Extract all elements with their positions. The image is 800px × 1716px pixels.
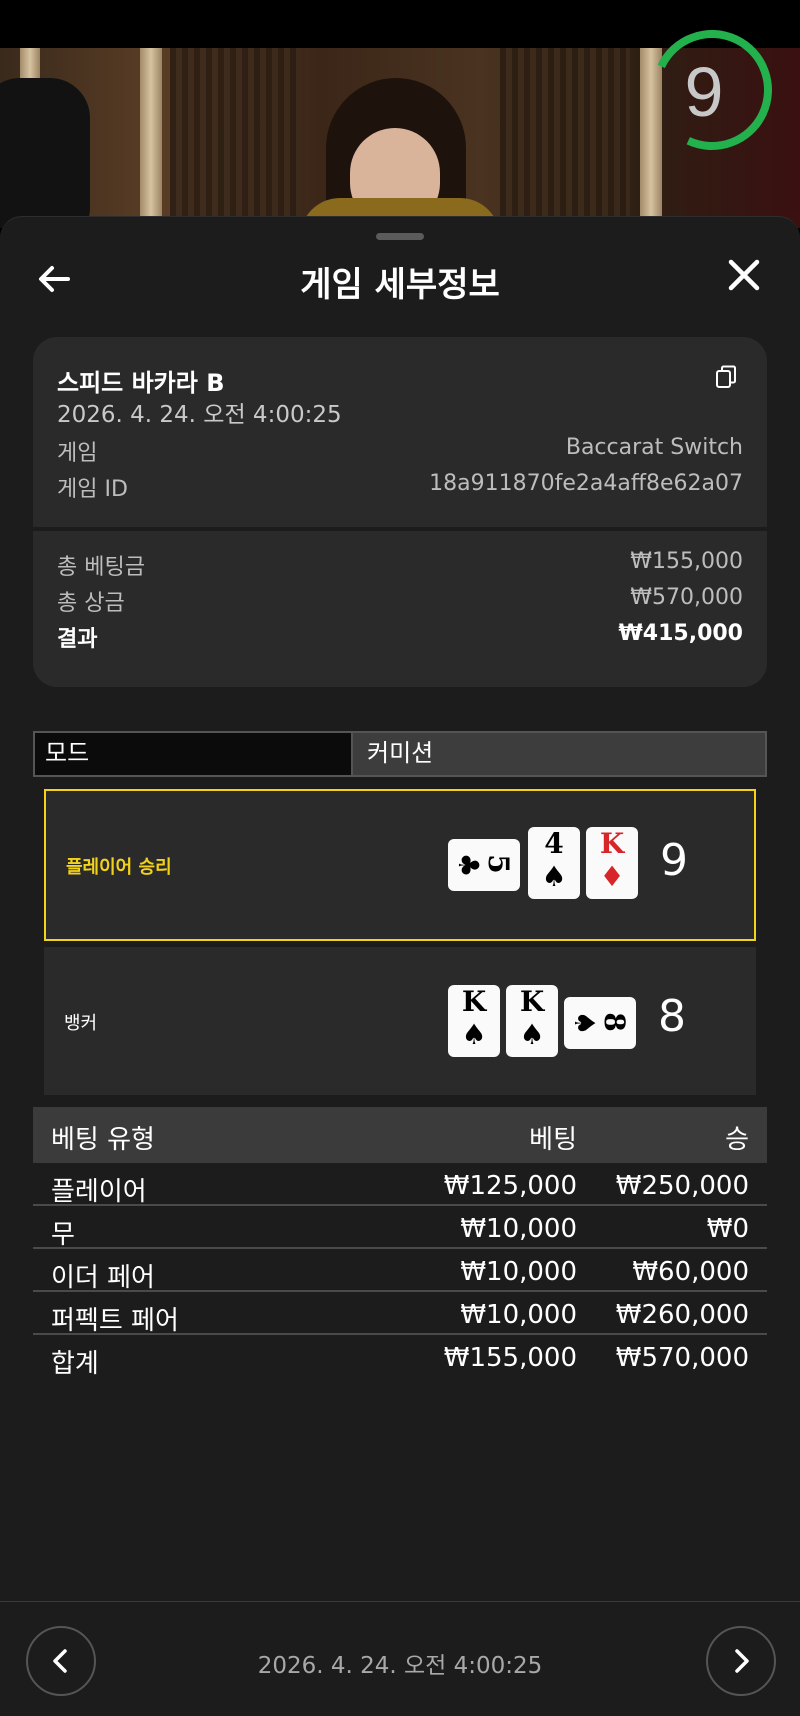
win-amount: ₩250,000 xyxy=(615,1171,749,1201)
tab-mode[interactable]: 모드 xyxy=(35,733,353,775)
player-score: 9 xyxy=(660,835,688,886)
card-rank: K xyxy=(599,827,625,860)
footer-datetime: 2026. 4. 24. 오전 4:00:25 xyxy=(257,1653,543,1679)
playing-card: K ♠ xyxy=(448,985,500,1057)
divider xyxy=(33,527,767,531)
game-title: 스피드 바카라 B xyxy=(57,369,225,397)
total-win-label: 총 상금 xyxy=(57,591,125,616)
game-details-sheet: 게임 세부정보 스피드 바카라 B 2026. 4. 24. 오전 4:00:2… xyxy=(0,216,800,1716)
card-suit: ♠ xyxy=(568,1010,601,1036)
card-suit: ♦ xyxy=(599,860,625,893)
game-id-row: 게임 ID 18a911870fe2a4aff8e62a07 xyxy=(57,471,743,503)
drag-handle[interactable] xyxy=(376,233,424,240)
bet-type: 퍼펙트 페어 xyxy=(51,1306,179,1336)
bets-table: 베팅 유형 베팅 승 플레이어 ₩125,000 ₩250,000 무 ₩10,… xyxy=(33,1107,767,1379)
playing-card: 5 ♣ xyxy=(448,839,520,891)
card-rank: 8 xyxy=(598,1012,631,1032)
playing-card: K ♦ xyxy=(586,827,638,899)
game-value: Baccarat Switch xyxy=(565,435,743,460)
player-hand: 플레이어 승리 5 ♣ 4 ♠ K ♦ 9 xyxy=(44,789,756,941)
bet-type: 플레이어 xyxy=(51,1177,147,1207)
banker-hand: 뱅커 K ♠ K ♠ 8 ♠ 8 xyxy=(44,947,756,1095)
banker-hand-label: 뱅커 xyxy=(64,1013,98,1034)
playing-card: 4 ♠ xyxy=(528,827,580,899)
table-row: 이더 페어 ₩10,000 ₩60,000 xyxy=(33,1249,767,1293)
copy-icon[interactable] xyxy=(715,365,737,389)
card-rank: 4 xyxy=(544,827,564,860)
col-bet: 베팅 xyxy=(529,1125,577,1155)
total-bet-row: 총 베팅금 ₩155,000 xyxy=(57,549,743,581)
total-win: ₩570,000 xyxy=(615,1343,749,1373)
mode-tabs: 모드 커미션 xyxy=(33,731,767,777)
total-bet-label: 총 베팅금 xyxy=(57,555,145,580)
countdown-number: 9 xyxy=(684,53,724,131)
result-value: ₩415,000 xyxy=(618,621,743,646)
card-suit: ♠ xyxy=(541,860,567,893)
total-win-row: 총 상금 ₩570,000 xyxy=(57,585,743,617)
table-total-row: 합계 ₩155,000 ₩570,000 xyxy=(33,1335,767,1379)
win-amount: ₩0 xyxy=(706,1214,749,1244)
tab-commission[interactable]: 커미션 xyxy=(353,733,765,775)
bet-amount: ₩10,000 xyxy=(460,1300,577,1330)
table-row: 퍼펙트 페어 ₩10,000 ₩260,000 xyxy=(33,1292,767,1336)
banker-score: 8 xyxy=(658,991,686,1042)
playing-card: K ♠ xyxy=(506,985,558,1057)
bet-type: 이더 페어 xyxy=(51,1263,155,1293)
table-row: 무 ₩10,000 ₩0 xyxy=(33,1206,767,1250)
table-row: 플레이어 ₩125,000 ₩250,000 xyxy=(33,1163,767,1207)
game-row: 게임 Baccarat Switch xyxy=(57,435,743,467)
bet-type: 무 xyxy=(51,1220,75,1250)
bet-amount: ₩10,000 xyxy=(460,1257,577,1287)
game-label: 게임 xyxy=(57,441,98,466)
card-suit: ♣ xyxy=(452,852,485,878)
col-win: 승 xyxy=(725,1125,749,1155)
result-label: 결과 xyxy=(57,627,98,652)
total-bet-value: ₩155,000 xyxy=(630,549,743,574)
player-hand-label: 플레이어 승리 xyxy=(66,857,172,878)
total-win-value: ₩570,000 xyxy=(630,585,743,610)
person-silhouette xyxy=(0,78,90,228)
total-bet: ₩155,000 xyxy=(443,1343,577,1373)
close-icon xyxy=(728,259,760,291)
card-rank: K xyxy=(519,985,545,1018)
game-datetime: 2026. 4. 24. 오전 4:00:25 xyxy=(57,402,342,428)
page-title: 게임 세부정보 xyxy=(300,265,500,305)
win-amount: ₩260,000 xyxy=(615,1300,749,1330)
table-header: 베팅 유형 베팅 승 xyxy=(33,1107,767,1163)
total-label: 합계 xyxy=(51,1349,99,1379)
bet-amount: ₩125,000 xyxy=(443,1171,577,1201)
card-rank: K xyxy=(461,985,487,1018)
chevron-right-icon xyxy=(735,1649,749,1673)
card-suit: ♠ xyxy=(519,1018,545,1051)
card-suit: ♠ xyxy=(461,1018,487,1051)
footer-nav: 2026. 4. 24. 오전 4:00:25 xyxy=(0,1601,800,1716)
game-info-card: 스피드 바카라 B 2026. 4. 24. 오전 4:00:25 게임 Bac… xyxy=(33,337,767,687)
game-id-value: 18a911870fe2a4aff8e62a07 xyxy=(429,471,743,496)
result-row: 결과 ₩415,000 xyxy=(57,621,743,653)
game-id-label: 게임 ID xyxy=(57,477,128,502)
next-round-button[interactable] xyxy=(706,1626,776,1696)
col-bet-type: 베팅 유형 xyxy=(51,1125,155,1155)
bet-amount: ₩10,000 xyxy=(460,1214,577,1244)
card-rank: 5 xyxy=(482,854,515,874)
playing-card: 8 ♠ xyxy=(564,997,636,1049)
close-button[interactable] xyxy=(720,255,768,303)
win-amount: ₩60,000 xyxy=(632,1257,749,1287)
